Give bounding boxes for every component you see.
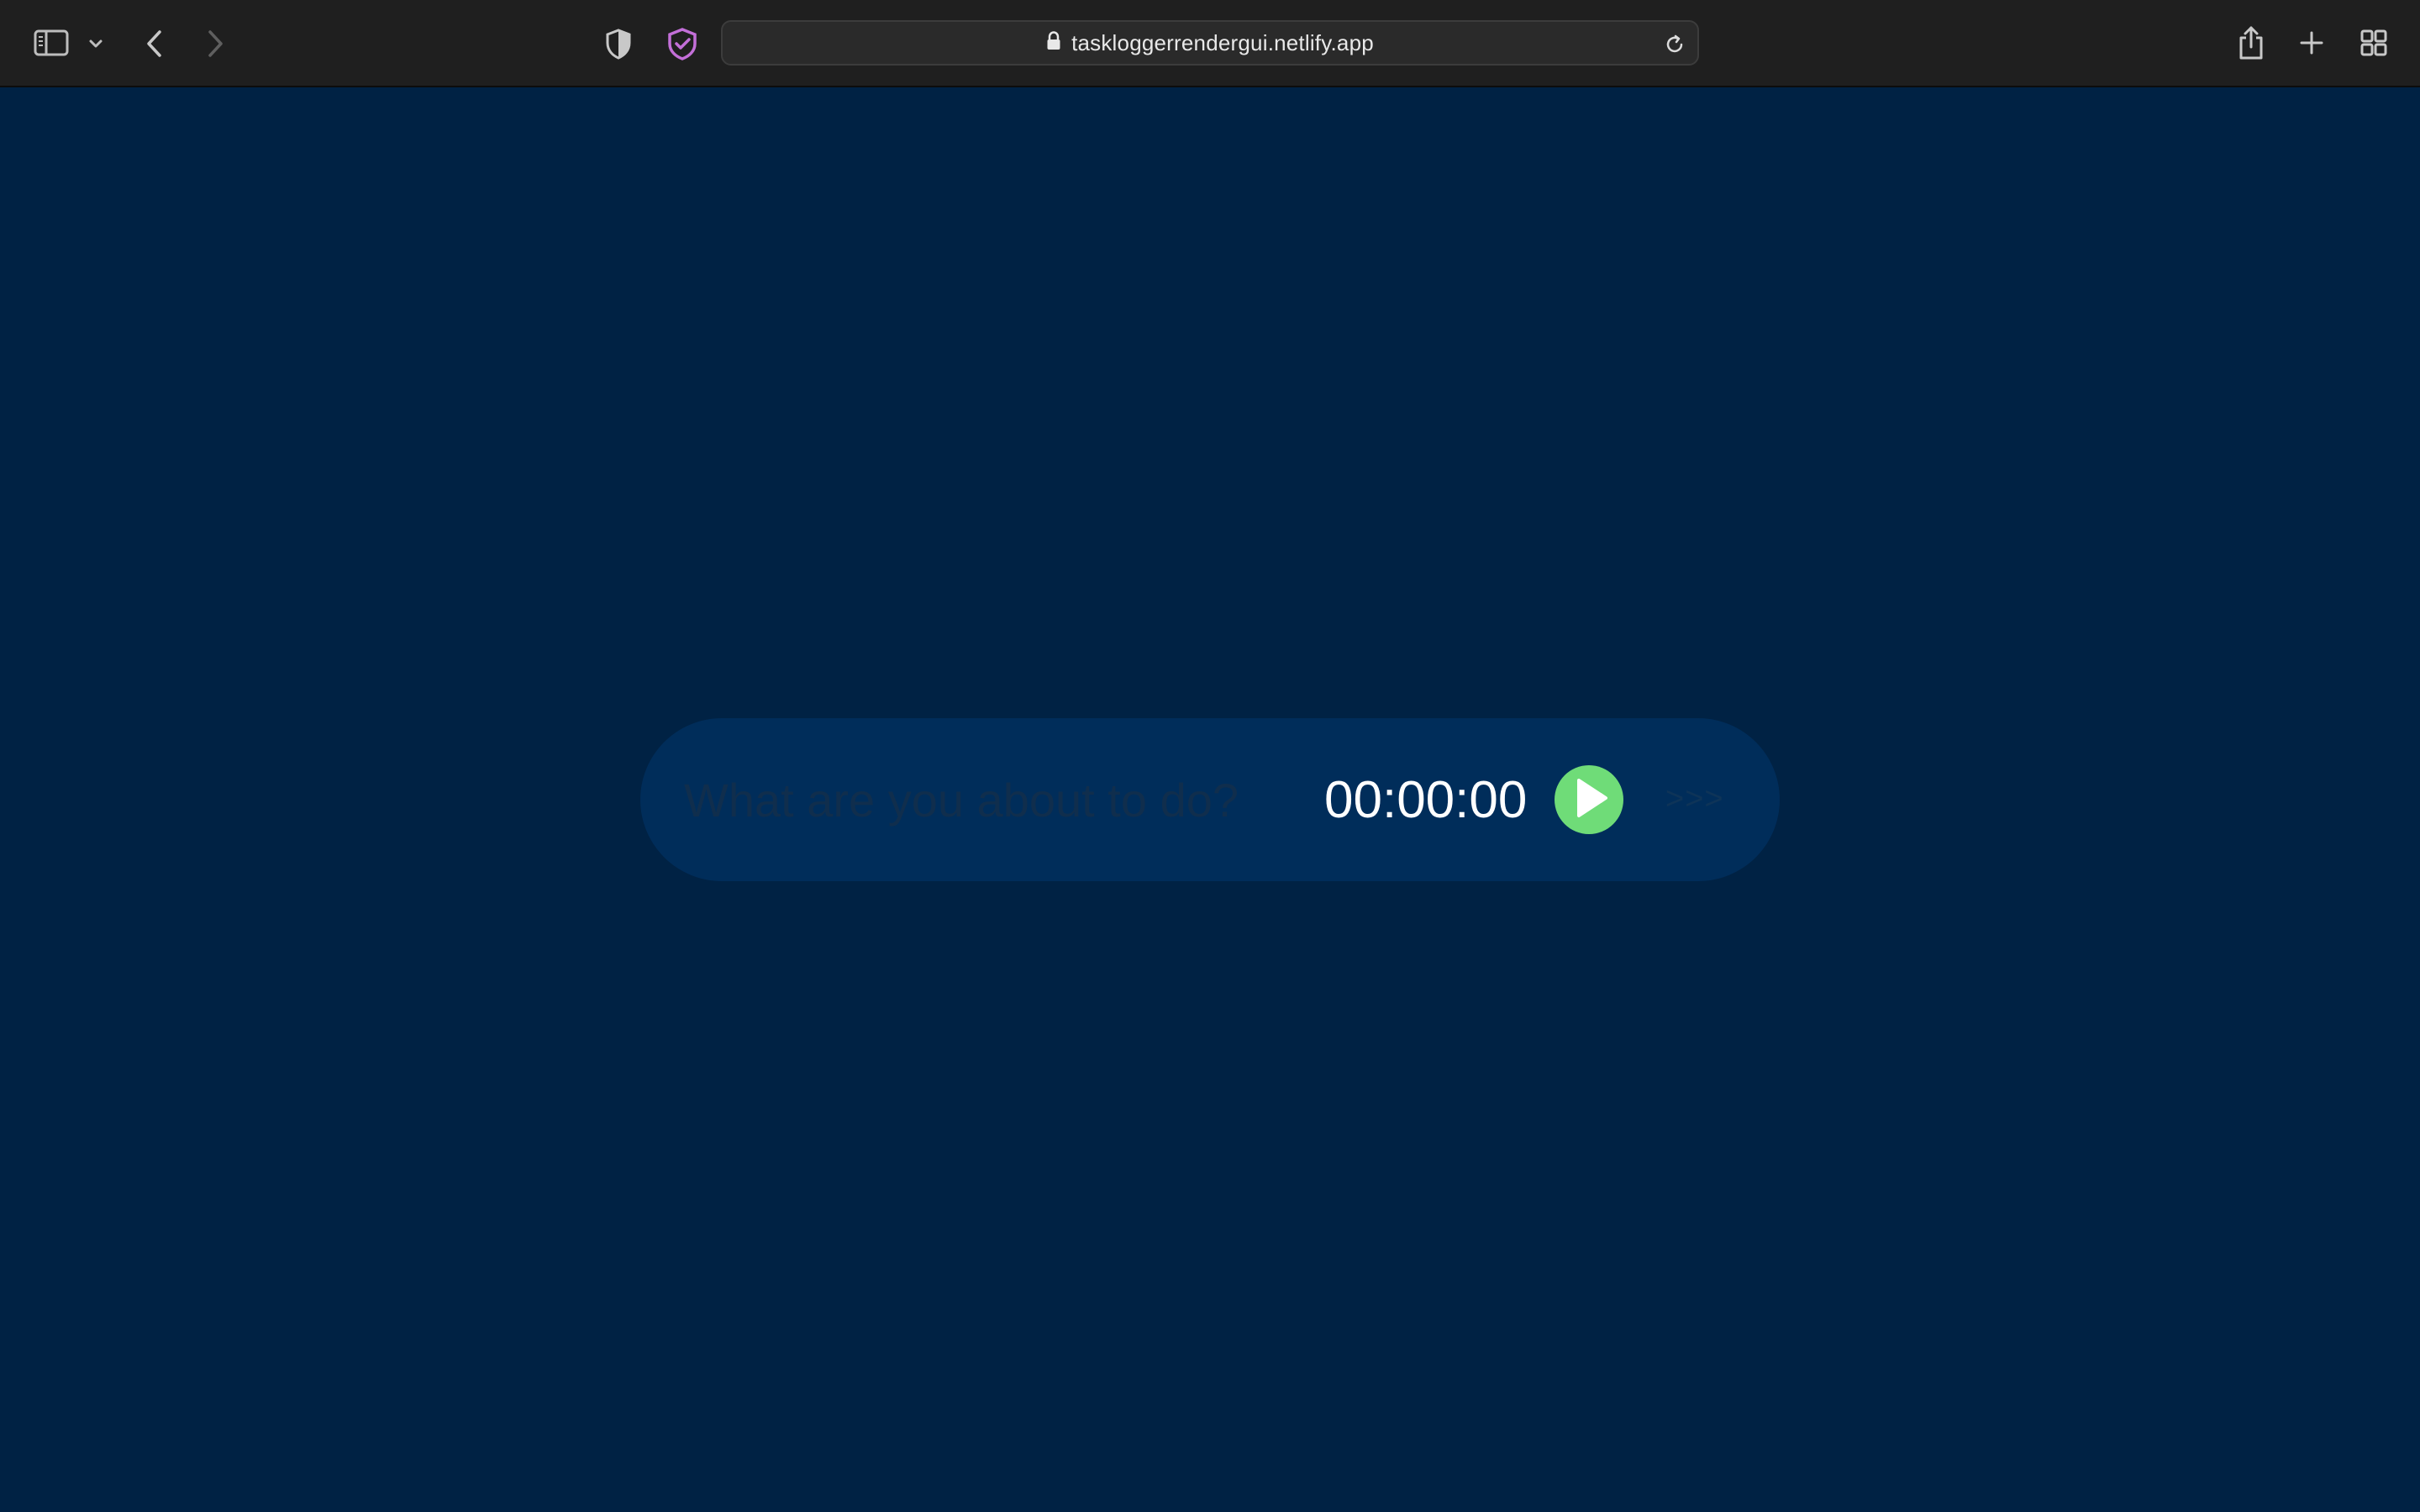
address-bar[interactable]: taskloggerrendergui.netlify.app — [721, 20, 1699, 66]
page-content: 00:00:00 >>> — [0, 87, 2420, 1512]
url-text: taskloggerrendergui.netlify.app — [1071, 29, 1374, 55]
shield-half-icon[interactable] — [600, 25, 637, 62]
reload-icon[interactable] — [1662, 32, 1687, 57]
share-icon[interactable] — [2233, 22, 2269, 64]
sidebar-icon[interactable] — [30, 25, 72, 60]
play-button[interactable] — [1555, 765, 1623, 834]
task-logger-bar: 00:00:00 >>> — [640, 718, 1780, 881]
lock-icon — [1046, 30, 1061, 55]
chevron-right-icon[interactable] — [198, 25, 232, 62]
shield-check-icon[interactable] — [662, 24, 702, 64]
timer-display: 00:00:00 — [1324, 771, 1528, 829]
browser-toolbar: taskloggerrendergui.netlify.app — [0, 0, 2420, 87]
grid-icon[interactable] — [2356, 25, 2391, 60]
play-icon — [1569, 776, 1609, 824]
plus-icon[interactable] — [2294, 25, 2329, 60]
next-button[interactable]: >>> — [1665, 774, 1724, 824]
chevron-left-icon[interactable] — [138, 25, 171, 62]
chevron-down-icon[interactable] — [84, 32, 108, 55]
task-input[interactable] — [684, 762, 1239, 837]
